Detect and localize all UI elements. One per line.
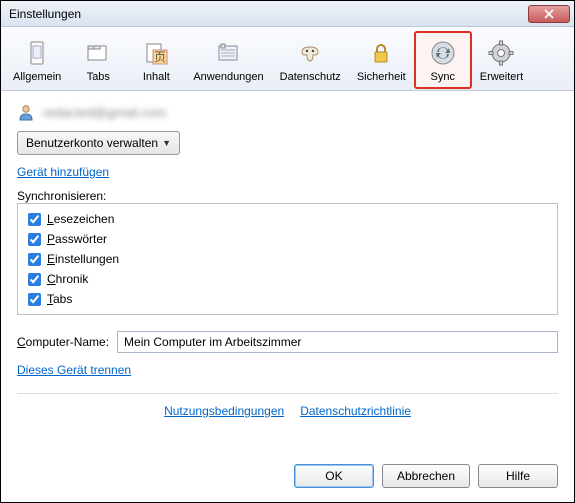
- settings-window: Einstellungen Allgemein Tabs 页 Inhalt: [0, 0, 575, 503]
- terms-link[interactable]: Nutzungsbedingungen: [164, 404, 284, 418]
- computer-name-row: Computer-Name:: [17, 331, 558, 353]
- manage-account-label: Benutzerkonto verwalten: [26, 136, 158, 150]
- user-email: redacted@gmail.com: [43, 105, 166, 120]
- add-device-link[interactable]: Gerät hinzufügen: [17, 165, 109, 179]
- window-title: Einstellungen: [9, 7, 528, 21]
- user-icon: [17, 103, 35, 121]
- checkbox-settings[interactable]: [28, 253, 41, 266]
- tab-general[interactable]: Allgemein: [5, 31, 69, 89]
- computer-name-label: Computer-Name:: [17, 335, 109, 349]
- checkbox-tabs[interactable]: [28, 293, 41, 306]
- applications-icon: [212, 37, 244, 69]
- tab-security[interactable]: Sicherheit: [349, 31, 414, 89]
- privacy-icon: [294, 37, 326, 69]
- tab-label: Tabs: [87, 71, 110, 83]
- chevron-down-icon: ▼: [162, 138, 171, 148]
- checkbox-history[interactable]: [28, 273, 41, 286]
- check-passwords: Passwörter: [28, 232, 547, 246]
- tab-label: Datenschutz: [280, 71, 341, 83]
- checkbox-label: Chronik: [47, 272, 88, 286]
- tabs-icon: [82, 37, 114, 69]
- tab-content[interactable]: 页 Inhalt: [127, 31, 185, 89]
- tab-label: Sicherheit: [357, 71, 406, 83]
- toolbar: Allgemein Tabs 页 Inhalt Anwendungen Date…: [1, 27, 574, 91]
- check-tabs: Tabs: [28, 292, 547, 306]
- computer-name-input[interactable]: [117, 331, 558, 353]
- tab-label: Sync: [431, 71, 455, 83]
- lock-icon: [365, 37, 397, 69]
- ok-button[interactable]: OK: [294, 464, 374, 488]
- sync-checkbox-group: Lesezeichen Passwörter Einstellungen Chr…: [17, 203, 558, 315]
- disconnect-device-link[interactable]: Dieses Gerät trennen: [17, 363, 131, 377]
- checkbox-label: Einstellungen: [47, 252, 119, 266]
- check-settings: Einstellungen: [28, 252, 547, 266]
- sync-heading: Synchronisieren:: [17, 189, 558, 203]
- tab-sync[interactable]: Sync: [414, 31, 472, 89]
- svg-text:页: 页: [154, 50, 166, 64]
- dialog-buttons: OK Abbrechen Hilfe: [1, 454, 574, 502]
- checkbox-passwords[interactable]: [28, 233, 41, 246]
- tab-tabs[interactable]: Tabs: [69, 31, 127, 89]
- tab-advanced[interactable]: Erweitert: [472, 31, 531, 89]
- tab-applications[interactable]: Anwendungen: [185, 31, 271, 89]
- checkbox-label: Passwörter: [47, 232, 107, 246]
- gear-icon: [485, 37, 517, 69]
- footer-links: Nutzungsbedingungen Datenschutzrichtlini…: [17, 393, 558, 418]
- manage-account-button[interactable]: Benutzerkonto verwalten ▼: [17, 131, 180, 155]
- tab-label: Erweitert: [480, 71, 523, 83]
- check-bookmarks: Lesezeichen: [28, 212, 547, 226]
- tab-label: Anwendungen: [193, 71, 263, 83]
- content-icon: 页: [140, 37, 172, 69]
- tab-privacy[interactable]: Datenschutz: [272, 31, 349, 89]
- general-icon: [21, 37, 53, 69]
- tab-label: Allgemein: [13, 71, 61, 83]
- user-row: redacted@gmail.com: [17, 103, 558, 121]
- privacy-link[interactable]: Datenschutzrichtlinie: [300, 404, 411, 418]
- checkbox-label: Lesezeichen: [47, 212, 114, 226]
- content-area: redacted@gmail.com Benutzerkonto verwalt…: [1, 91, 574, 454]
- sync-icon: [427, 37, 459, 69]
- sync-section: Synchronisieren: Lesezeichen Passwörter …: [17, 189, 558, 315]
- help-button[interactable]: Hilfe: [478, 464, 558, 488]
- tab-label: Inhalt: [143, 71, 170, 83]
- cancel-button[interactable]: Abbrechen: [382, 464, 470, 488]
- checkbox-label: Tabs: [47, 292, 72, 306]
- titlebar: Einstellungen: [1, 1, 574, 27]
- close-button[interactable]: [528, 5, 570, 23]
- check-history: Chronik: [28, 272, 547, 286]
- close-icon: [544, 9, 554, 19]
- checkbox-bookmarks[interactable]: [28, 213, 41, 226]
